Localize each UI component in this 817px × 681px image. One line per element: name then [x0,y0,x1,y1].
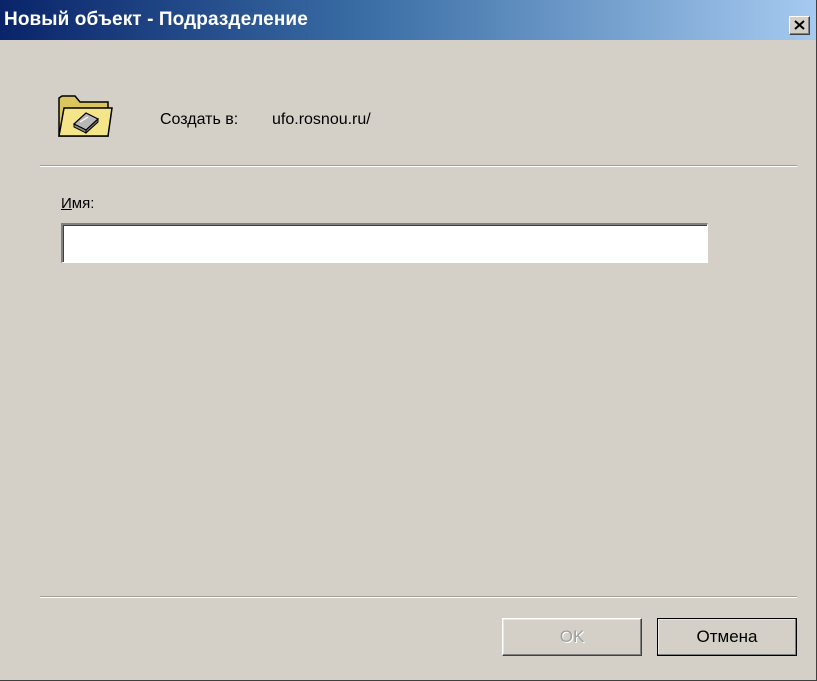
footer-separator [40,596,797,598]
close-button[interactable] [789,16,810,35]
title-bar[interactable]: Новый объект - Подразделение [0,0,816,40]
name-field-label: Имя: [61,195,94,212]
create-in-path: ufo.rosnou.ru/ [272,111,371,128]
close-icon [794,17,805,34]
dialog-window: Новый объект - Подразделение Создать в: … [0,0,817,681]
name-label-accelerator: И [61,195,72,212]
create-in-label: Создать в: [160,111,239,128]
header-separator [40,165,797,167]
folder-icon [56,86,114,142]
name-input[interactable] [61,223,708,263]
window-title: Новый объект - Подразделение [4,9,308,30]
cancel-button[interactable]: Отмена [657,618,797,656]
ok-button[interactable]: OK [502,618,642,656]
name-label-text: мя: [71,195,95,212]
